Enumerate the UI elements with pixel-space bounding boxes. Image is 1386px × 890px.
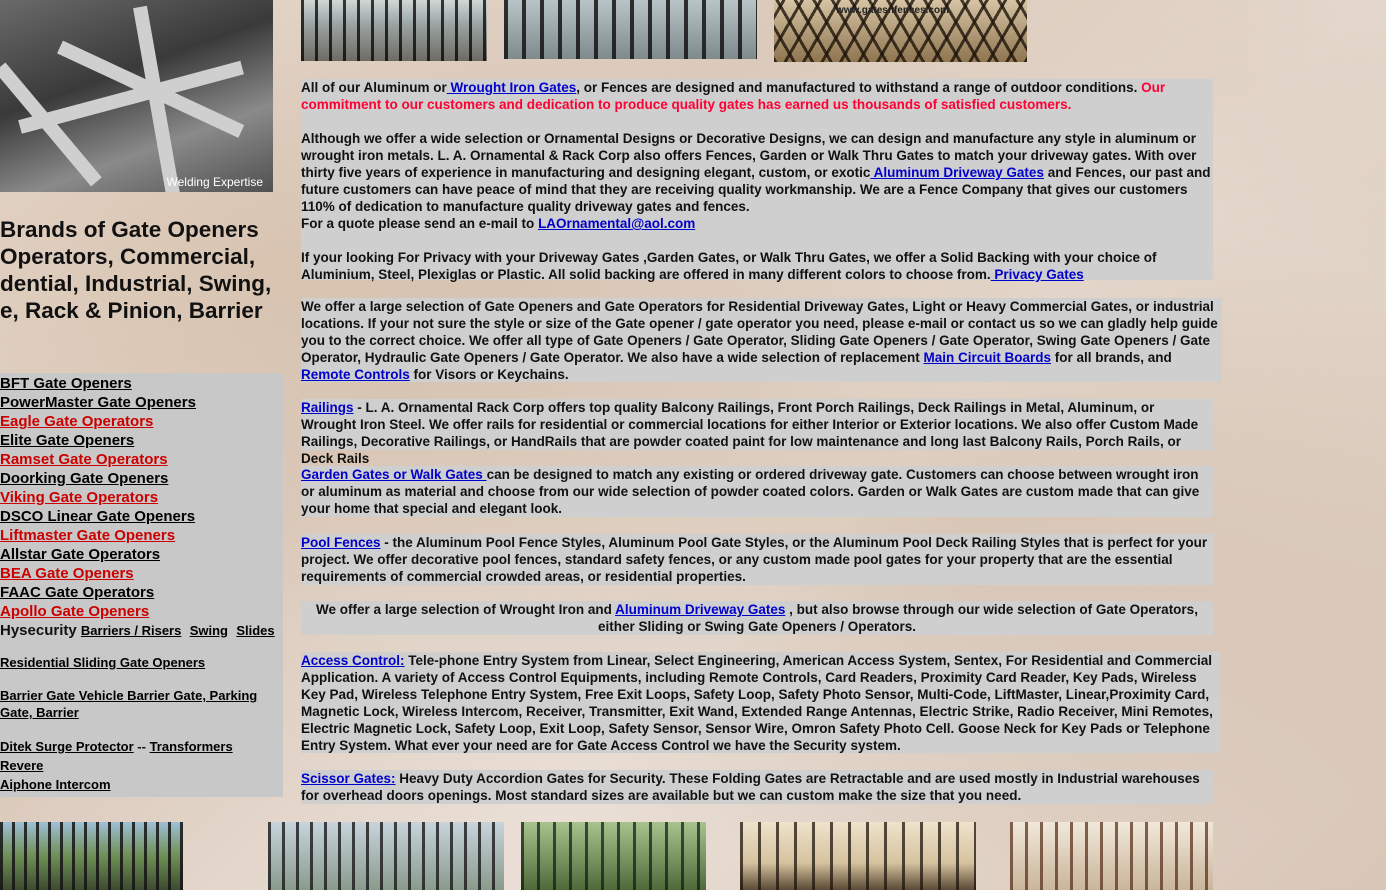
scissor-gates-block: Scissor Gates: Heavy Duty Accordion Gate… bbox=[301, 770, 1213, 804]
aiphone-link[interactable]: Aiphone Intercom bbox=[0, 777, 111, 792]
aluminum-driveway-gates-link[interactable]: Aluminum Driveway Gates bbox=[870, 165, 1044, 180]
brand-link-powermaster[interactable]: PowerMaster Gate Openers bbox=[0, 393, 283, 412]
railing-photo-bottom-5[interactable] bbox=[1010, 822, 1213, 890]
intro-block: All of our Aluminum or Wrought Iron Gate… bbox=[301, 79, 1213, 282]
gate-photo-top-1[interactable] bbox=[301, 0, 487, 61]
remote-controls-link[interactable]: Remote Controls bbox=[301, 367, 410, 382]
privacy-paragraph: If your looking For Privacy with your Dr… bbox=[301, 250, 1157, 282]
brand-link-elite[interactable]: Elite Gate Openers bbox=[0, 431, 283, 450]
brand-link-ramset[interactable]: Ramset Gate Operators bbox=[0, 450, 283, 469]
garden-gates-link[interactable]: Garden Gates or Walk Gates bbox=[301, 467, 487, 482]
quote-paragraph: For a quote please send an e-mail to LAO… bbox=[301, 216, 696, 231]
brand-link-dsco[interactable]: DSCO Linear Gate Openers bbox=[0, 507, 283, 526]
brand-link-liftmaster[interactable]: Liftmaster Gate Openers bbox=[0, 526, 283, 545]
brands-list: BFT Gate Openers PowerMaster Gate Opener… bbox=[0, 373, 283, 797]
brand-link-allstar[interactable]: Allstar Gate Operators bbox=[0, 545, 283, 564]
watermark-text: www.gatesnfences.com bbox=[836, 5, 949, 16]
driveway-gates-block: We offer a large selection of Wrought Ir… bbox=[301, 601, 1213, 635]
aluminum-driveway-gates-link-2[interactable]: Aluminum Driveway Gates bbox=[615, 602, 785, 617]
welding-caption: Welding Expertise bbox=[166, 175, 264, 189]
scissor-gates-link[interactable]: Scissor Gates: bbox=[301, 771, 396, 786]
brand-link-bea[interactable]: BEA Gate Openers bbox=[0, 564, 283, 583]
hysecurity-row: Hysecurity Barriers / Risers Swing Slide… bbox=[0, 621, 283, 640]
gate-photo-bottom-3[interactable] bbox=[521, 822, 706, 890]
design-paragraph: Although we offer a wide selection or Or… bbox=[301, 131, 1211, 214]
balcony-photo-bottom-4[interactable] bbox=[740, 822, 976, 890]
railings-block: Railings - L. A. Ornamental Rack Corp of… bbox=[301, 399, 1213, 466]
revere-link[interactable]: Revere bbox=[0, 758, 43, 773]
residential-sliding-link[interactable]: Residential Sliding Gate Openers bbox=[0, 654, 283, 671]
intro-paragraph: All of our Aluminum or Wrought Iron Gate… bbox=[301, 80, 1166, 112]
transformers-link[interactable]: Transformers bbox=[150, 739, 233, 754]
brand-link-faac[interactable]: FAAC Gate Operators bbox=[0, 583, 283, 602]
wrought-iron-gates-link[interactable]: Wrought Iron Gates bbox=[447, 80, 577, 95]
hysecurity-label: Hysecurity bbox=[0, 622, 77, 639]
access-control-block: Access Control: Tele-phone Entry System … bbox=[301, 652, 1220, 753]
pool-fences-link[interactable]: Pool Fences bbox=[301, 535, 381, 550]
email-link[interactable]: LAOrnamental@aol.com bbox=[538, 216, 695, 231]
welding-photo: Welding Expertise bbox=[0, 0, 273, 192]
barrier-gate-link[interactable]: Barrier Gate Vehicle Barrier Gate, Parki… bbox=[0, 687, 270, 721]
gate-photo-top-3[interactable]: www.gatesnfences.com bbox=[774, 0, 1027, 62]
garden-gates-block: Garden Gates or Walk Gates can be design… bbox=[301, 466, 1213, 517]
brand-link-doorking[interactable]: Doorking Gate Openers bbox=[0, 469, 283, 488]
privacy-gates-link[interactable]: Privacy Gates bbox=[991, 267, 1083, 282]
brand-link-viking[interactable]: Viking Gate Operators bbox=[0, 488, 283, 507]
hysecurity-barriers-link[interactable]: Barriers / Risers bbox=[81, 623, 181, 638]
ditek-link[interactable]: Ditek Surge Protector bbox=[0, 739, 134, 754]
railings-link[interactable]: Railings bbox=[301, 400, 354, 415]
gate-photo-bottom-2[interactable] bbox=[268, 822, 504, 890]
hysecurity-swing-link[interactable]: Swing bbox=[190, 623, 228, 638]
main-circuit-boards-link[interactable]: Main Circuit Boards bbox=[923, 350, 1051, 365]
access-control-link[interactable]: Access Control: bbox=[301, 653, 405, 668]
hysecurity-slides-link[interactable]: Slides bbox=[236, 623, 274, 638]
brand-link-apollo[interactable]: Apollo Gate Openers bbox=[0, 602, 283, 621]
brand-link-eagle[interactable]: Eagle Gate Operators bbox=[0, 412, 283, 431]
brand-link-bft[interactable]: BFT Gate Openers bbox=[0, 374, 283, 393]
brands-heading: Brands of Gate Openers Operators, Commer… bbox=[0, 217, 272, 323]
ditek-separator: -- bbox=[137, 739, 146, 754]
gate-photo-bottom-1[interactable] bbox=[0, 822, 183, 890]
gate-openers-block: We offer a large selection of Gate Opene… bbox=[301, 298, 1222, 382]
pool-fences-block: Pool Fences - the Aluminum Pool Fence St… bbox=[301, 534, 1213, 585]
gate-photo-top-2[interactable] bbox=[504, 0, 757, 59]
